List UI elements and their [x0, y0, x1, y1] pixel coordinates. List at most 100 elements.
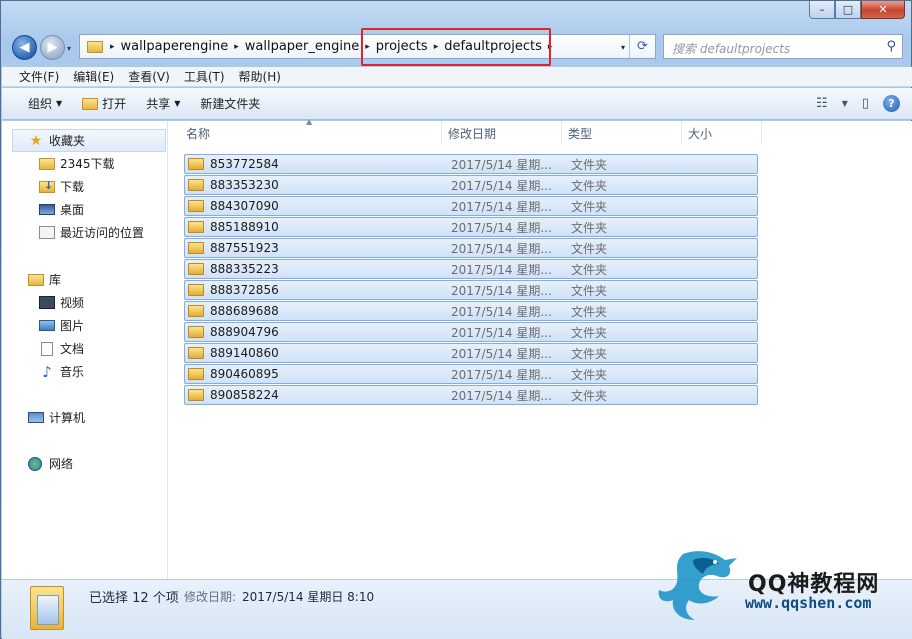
folder-icon [188, 305, 204, 317]
open-button[interactable]: 打开 [72, 95, 136, 112]
sidebar-item-favorites[interactable]: ★ 收藏夹 [12, 129, 166, 152]
column-header-label: 大小 [688, 126, 713, 141]
file-modified-date: 2017/5/14 星期... [451, 304, 552, 319]
file-modified-date: 2017/5/14 星期... [451, 325, 552, 340]
file-name: 890858224 [210, 388, 279, 402]
chevron-down-icon: ▼ [56, 99, 63, 108]
file-modified-date: 2017/5/14 星期... [451, 220, 552, 235]
sidebar-item-downloads[interactable]: 下载 [2, 175, 168, 198]
file-list: 名称 ▲ 修改日期 类型 大小 853772584 2017/5/14 星期...… [169, 117, 912, 579]
history-dropdown-icon[interactable]: ▾ [67, 44, 71, 53]
table-row[interactable]: 888689688 2017/5/14 星期... 文件夹 [184, 301, 758, 321]
file-name: 883353230 [210, 178, 279, 192]
maximize-button[interactable]: □ [835, 1, 861, 19]
table-row[interactable]: 890858224 2017/5/14 星期... 文件夹 [184, 385, 758, 405]
help-icon[interactable]: ? [883, 95, 900, 112]
file-modified-date: 2017/5/14 星期... [451, 157, 552, 172]
column-header-label: 修改日期 [448, 126, 497, 141]
column-header-date[interactable]: 修改日期 [442, 121, 562, 145]
sort-ascending-icon: ▲ [306, 117, 313, 126]
table-row[interactable]: 885188910 2017/5/14 星期... 文件夹 [184, 217, 758, 237]
breadcrumb-wallpaper-engine[interactable]: wallpaper_engine [240, 39, 364, 54]
file-type: 文件夹 [571, 304, 608, 319]
organize-button[interactable]: 组织 ▼ [18, 95, 72, 112]
folder-icon [188, 221, 204, 233]
minimize-button[interactable]: – [809, 1, 835, 19]
column-header-name[interactable]: 名称 ▲ [169, 117, 442, 145]
sidebar-item-pictures[interactable]: 图片 [2, 314, 168, 337]
sidebar-item-label: 最近访问的位置 [60, 226, 145, 240]
folder-icon [87, 40, 103, 53]
table-row[interactable]: 884307090 2017/5/14 星期... 文件夹 [184, 196, 758, 216]
computer-icon [28, 412, 44, 423]
sidebar-item-network[interactable]: 网络 [2, 452, 168, 475]
file-modified-date: 2017/5/14 星期... [451, 367, 552, 382]
forward-button[interactable]: ▶ [40, 35, 65, 60]
search-placeholder: 搜索 defaultprojects [672, 42, 791, 56]
table-row[interactable]: 888372856 2017/5/14 星期... 文件夹 [184, 280, 758, 300]
menu-view[interactable]: 查看(V) [121, 68, 177, 85]
table-row[interactable]: 887551923 2017/5/14 星期... 文件夹 [184, 238, 758, 258]
back-button[interactable]: ◀ [12, 35, 37, 60]
folder-icon [188, 179, 204, 191]
sidebar-item-documents[interactable]: 文档 [2, 337, 168, 360]
refresh-icon[interactable]: ⟳ [629, 35, 655, 58]
sidebar-item-computer[interactable]: 计算机 [2, 406, 168, 429]
file-name: 889140860 [210, 346, 279, 360]
sidebar-item-label: 计算机 [49, 411, 86, 425]
sidebar-item-libraries[interactable]: 库 [2, 268, 168, 291]
file-modified-date: 2017/5/14 星期... [451, 178, 552, 193]
library-icon [28, 273, 44, 286]
multiple-folders-icon [30, 586, 64, 630]
menu-file[interactable]: 文件(F) [12, 68, 66, 85]
new-folder-button[interactable]: 新建文件夹 [190, 95, 270, 112]
search-input[interactable]: 搜索 defaultprojects ⚲ [663, 34, 903, 59]
view-options-chevron-icon[interactable]: ▼ [842, 99, 848, 108]
folder-icon [188, 242, 204, 254]
preview-pane-icon[interactable]: ▯ [862, 96, 869, 111]
file-name: 888335223 [210, 262, 279, 276]
new-folder-label: 新建文件夹 [200, 97, 261, 111]
table-row[interactable]: 889140860 2017/5/14 星期... 文件夹 [184, 343, 758, 363]
main-area: ★ 收藏夹 2345下载 下载 桌面 最近访问的位置 [2, 117, 912, 579]
table-row[interactable]: 883353230 2017/5/14 星期... 文件夹 [184, 175, 758, 195]
change-view-icon[interactable]: ☷ [816, 96, 828, 111]
share-button[interactable]: 共享 ▼ [136, 95, 190, 112]
file-modified-date: 2017/5/14 星期... [451, 388, 552, 403]
folder-icon [188, 326, 204, 338]
column-header-size[interactable]: 大小 [682, 121, 762, 145]
network-group: 网络 [2, 452, 168, 475]
address-dropdown-icon[interactable]: ▾ [621, 43, 625, 52]
open-label: 打开 [102, 97, 127, 111]
folder-icon [188, 368, 204, 380]
sidebar-item-label: 收藏夹 [49, 134, 86, 148]
sidebar-item-label: 2345下载 [60, 157, 115, 171]
column-header-label: 名称 [186, 126, 211, 141]
dragon-logo-icon [658, 551, 737, 620]
close-button[interactable]: ✕ [861, 1, 905, 19]
file-name: 853772584 [210, 157, 279, 171]
breadcrumb-wallpaperengine[interactable]: wallpaperengine [116, 39, 234, 54]
sidebar-item-music[interactable]: ♪ 音乐 [2, 360, 168, 383]
sidebar-item-recent-places[interactable]: 最近访问的位置 [2, 221, 168, 244]
sidebar-item-2345-downloads[interactable]: 2345下载 [2, 152, 168, 175]
file-type: 文件夹 [571, 346, 608, 361]
document-icon [41, 341, 53, 356]
network-icon [28, 456, 42, 471]
menu-tools[interactable]: 工具(T) [177, 68, 232, 85]
menu-help[interactable]: 帮助(H) [232, 68, 288, 85]
table-row[interactable]: 853772584 2017/5/14 星期... 文件夹 [184, 154, 758, 174]
table-row[interactable]: 890460895 2017/5/14 星期... 文件夹 [184, 364, 758, 384]
file-name: 890460895 [210, 367, 279, 381]
command-bar: 组织 ▼ 打开 共享 ▼ 新建文件夹 ☷ ▼ ▯ ? [2, 88, 912, 120]
table-row[interactable]: 888904796 2017/5/14 星期... 文件夹 [184, 322, 758, 342]
menubar: 文件(F) 编辑(E) 查看(V) 工具(T) 帮助(H) [2, 67, 912, 87]
table-row[interactable]: 888335223 2017/5/14 星期... 文件夹 [184, 259, 758, 279]
sidebar-item-videos[interactable]: 视频 [2, 291, 168, 314]
column-header-type[interactable]: 类型 [562, 121, 682, 145]
chevron-down-icon: ▼ [174, 99, 181, 108]
menu-edit[interactable]: 编辑(E) [66, 68, 121, 85]
sidebar-item-desktop[interactable]: 桌面 [2, 198, 168, 221]
search-icon[interactable]: ⚲ [886, 39, 896, 54]
file-type: 文件夹 [571, 241, 608, 256]
